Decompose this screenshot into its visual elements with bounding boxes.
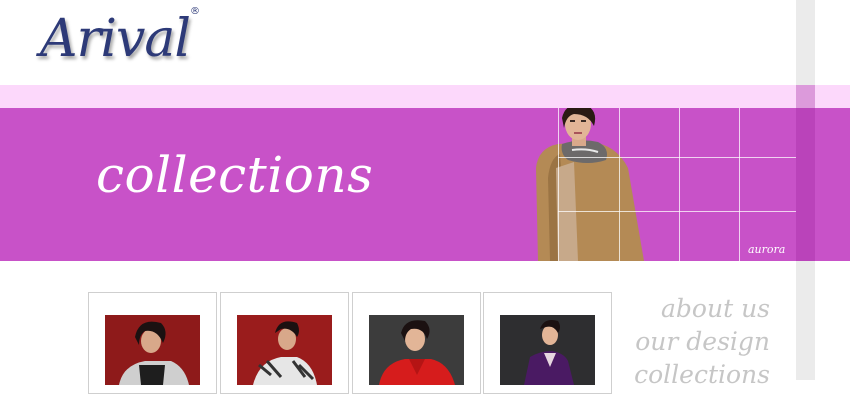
brand-name: Arival bbox=[40, 9, 191, 69]
grid-line-v1 bbox=[558, 108, 559, 261]
nav-link-our-design[interactable]: our design bbox=[620, 325, 770, 358]
scrollbar-thumb[interactable] bbox=[796, 85, 815, 261]
grid-line-v3 bbox=[679, 108, 680, 261]
registered-mark: ® bbox=[190, 6, 200, 17]
collections-banner: collections aurora bbox=[0, 108, 850, 261]
collection-thumb-4[interactable] bbox=[483, 292, 612, 394]
collection-photo bbox=[105, 315, 200, 385]
collection-thumb-1[interactable] bbox=[88, 292, 217, 394]
banner-title: collections bbox=[96, 146, 374, 204]
grid-line-h1 bbox=[558, 157, 796, 158]
decorative-band bbox=[0, 85, 850, 108]
model-photo bbox=[528, 108, 646, 261]
nav-link-about-us[interactable]: about us bbox=[620, 292, 770, 325]
grid-line-v4 bbox=[739, 108, 740, 261]
grid-line-v2 bbox=[619, 108, 620, 261]
banner-caption: aurora bbox=[748, 243, 786, 256]
collection-thumb-2[interactable] bbox=[220, 292, 349, 394]
brand-logo[interactable]: Arival ® bbox=[40, 4, 200, 74]
side-navigation: about us our design collections bbox=[620, 292, 770, 391]
collection-photo bbox=[237, 315, 332, 385]
grid-line-h2 bbox=[558, 211, 796, 212]
nav-link-collections[interactable]: collections bbox=[620, 358, 770, 391]
collection-photo bbox=[369, 315, 464, 385]
collection-thumb-3[interactable] bbox=[352, 292, 481, 394]
collection-photo bbox=[500, 315, 595, 385]
